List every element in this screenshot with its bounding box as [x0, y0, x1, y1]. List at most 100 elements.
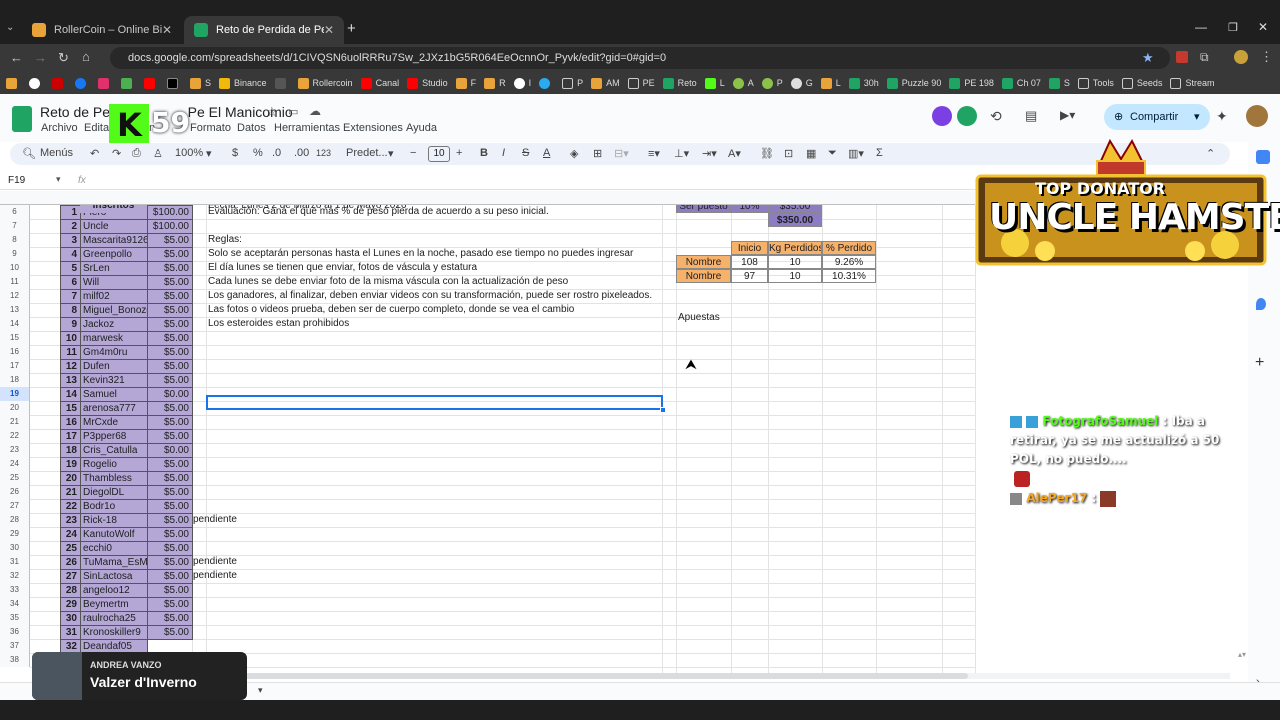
bookmark-item[interactable]: A: [732, 77, 754, 89]
bookmark-item[interactable]: 30h: [848, 77, 879, 89]
account-avatar[interactable]: [1246, 105, 1268, 127]
home-icon[interactable]: ⌂: [82, 49, 90, 64]
more-formats-button[interactable]: 123: [316, 148, 331, 158]
chevron-down-icon[interactable]: ▾: [388, 147, 394, 160]
menu-ayuda[interactable]: Ayuda: [406, 122, 437, 134]
strikethrough-icon[interactable]: S: [522, 147, 529, 159]
add-addon-icon[interactable]: +: [1255, 354, 1264, 372]
font-size-minus-icon[interactable]: −: [410, 147, 416, 159]
menu-herramientas[interactable]: Herramientas: [274, 122, 340, 134]
window-close-icon[interactable]: ✕: [1258, 20, 1268, 34]
row-header[interactable]: 10: [0, 261, 30, 275]
minimize-icon[interactable]: —: [1195, 20, 1207, 34]
row-header[interactable]: 24: [0, 457, 30, 471]
link-icon[interactable]: ⛓: [760, 147, 774, 160]
bookmark-item[interactable]: G: [790, 77, 813, 89]
extension-icon[interactable]: [1176, 51, 1188, 63]
menu-formato[interactable]: Formato: [190, 122, 231, 134]
bookmark-icon-only[interactable]: [75, 77, 90, 89]
increase-decimals-button[interactable]: .00: [294, 147, 309, 159]
bookmark-folder[interactable]: Tools: [1077, 77, 1114, 89]
filter-views-icon[interactable]: ▥▾: [848, 147, 864, 160]
row-header[interactable]: 29: [0, 527, 30, 541]
bookmark-icon-only[interactable]: [274, 77, 290, 89]
row-header[interactable]: 30: [0, 541, 30, 555]
merge-cells-icon[interactable]: ⊟▾: [614, 147, 629, 160]
chevron-down-icon[interactable]: ▾: [56, 174, 61, 185]
tab-list-icon[interactable]: ⌄: [6, 22, 14, 33]
row-header[interactable]: 13: [0, 303, 30, 317]
bookmark-item[interactable]: Ch 07: [1001, 77, 1041, 89]
text-rotate-icon[interactable]: A▾: [728, 147, 741, 160]
bookmark-icon-only[interactable]: [29, 77, 44, 89]
menu-extensiones[interactable]: Extensiones: [343, 122, 403, 134]
text-color-icon[interactable]: A: [543, 147, 550, 159]
filter-icon[interactable]: ⏷: [828, 147, 837, 160]
row-header[interactable]: 26: [0, 485, 30, 499]
row-header[interactable]: 20: [0, 401, 30, 415]
menus-search[interactable]: Menús: [40, 147, 73, 159]
close-icon[interactable]: ✕: [324, 23, 334, 37]
menu-datos[interactable]: Datos: [237, 122, 266, 134]
undo-icon[interactable]: ↶: [90, 147, 99, 160]
comments-icon[interactable]: ▤: [1025, 108, 1037, 124]
row-header[interactable]: 28: [0, 513, 30, 527]
currency-format-button[interactable]: $: [232, 147, 238, 159]
row-header[interactable]: 21: [0, 415, 30, 429]
fill-color-icon[interactable]: ◈: [570, 147, 578, 160]
bookmark-icon-only[interactable]: [98, 77, 113, 89]
menu-archivo[interactable]: Archivo: [41, 122, 78, 134]
search-icon[interactable]: 🔍︎: [22, 147, 36, 160]
bookmark-folder[interactable]: Seeds: [1121, 77, 1162, 89]
meet-icon[interactable]: ▶▾: [1060, 108, 1075, 122]
selected-cell-f19[interactable]: [206, 395, 663, 410]
bookmark-item[interactable]: Puzzle 90: [886, 77, 941, 89]
borders-icon[interactable]: ⊞: [593, 147, 602, 160]
font-select[interactable]: Predet...: [346, 147, 388, 159]
zoom-select[interactable]: 100%: [175, 147, 203, 159]
row-header[interactable]: 35: [0, 611, 30, 625]
font-size-plus-icon[interactable]: +: [456, 147, 462, 159]
redo-icon[interactable]: ↷: [112, 147, 121, 160]
bookmark-item[interactable]: L: [820, 77, 841, 89]
reload-icon[interactable]: ↻: [58, 50, 69, 66]
row-header[interactable]: 12: [0, 289, 30, 303]
row-header[interactable]: 14: [0, 317, 30, 331]
bookmark-icon-only[interactable]: [6, 77, 21, 89]
insert-comment-icon[interactable]: ⊡: [784, 147, 793, 160]
horizontal-scrollbar[interactable]: [200, 673, 1230, 679]
decrease-decimals-button[interactable]: .0: [272, 147, 281, 159]
vertical-scroll-arrows[interactable]: ▴▾: [1238, 650, 1246, 670]
row-header[interactable]: 11: [0, 275, 30, 289]
insert-chart-icon[interactable]: ▦: [806, 147, 816, 160]
bold-icon[interactable]: B: [480, 147, 488, 159]
row-header[interactable]: 25: [0, 471, 30, 485]
row-header[interactable]: 32: [0, 569, 30, 583]
row-header[interactable]: 37: [0, 639, 30, 653]
row-header[interactable]: 23: [0, 443, 30, 457]
forward-icon[interactable]: →: [34, 50, 47, 65]
bookmark-icon-only[interactable]: [539, 77, 554, 89]
name-box[interactable]: F19: [8, 175, 25, 186]
row-header[interactable]: 19: [0, 387, 30, 401]
scrollbar-thumb[interactable]: [200, 673, 968, 679]
print-icon[interactable]: ⎙: [132, 147, 141, 160]
row-header[interactable]: 36: [0, 625, 30, 639]
close-icon[interactable]: ✕: [162, 23, 172, 37]
chevron-down-icon[interactable]: ▾: [206, 147, 212, 160]
bookmark-item[interactable]: R: [484, 77, 506, 89]
row-header[interactable]: 34: [0, 597, 30, 611]
row-header[interactable]: 22: [0, 429, 30, 443]
text-wrap-icon[interactable]: ⇥▾: [702, 147, 717, 160]
sheets-logo-icon[interactable]: [12, 106, 32, 132]
chevron-down-icon[interactable]: ▾: [1194, 104, 1200, 130]
bookmark-icon-only[interactable]: [144, 77, 159, 89]
bookmark-icon-only[interactable]: [121, 77, 136, 89]
extension-avatar[interactable]: [932, 106, 952, 126]
italic-icon[interactable]: I: [502, 147, 505, 159]
bookmark-item[interactable]: S: [1048, 77, 1070, 89]
bookmark-item[interactable]: I: [513, 77, 531, 89]
new-tab-icon[interactable]: +: [347, 20, 356, 37]
history-icon[interactable]: ⟲: [990, 108, 1002, 125]
font-size-input[interactable]: 10: [428, 146, 450, 162]
